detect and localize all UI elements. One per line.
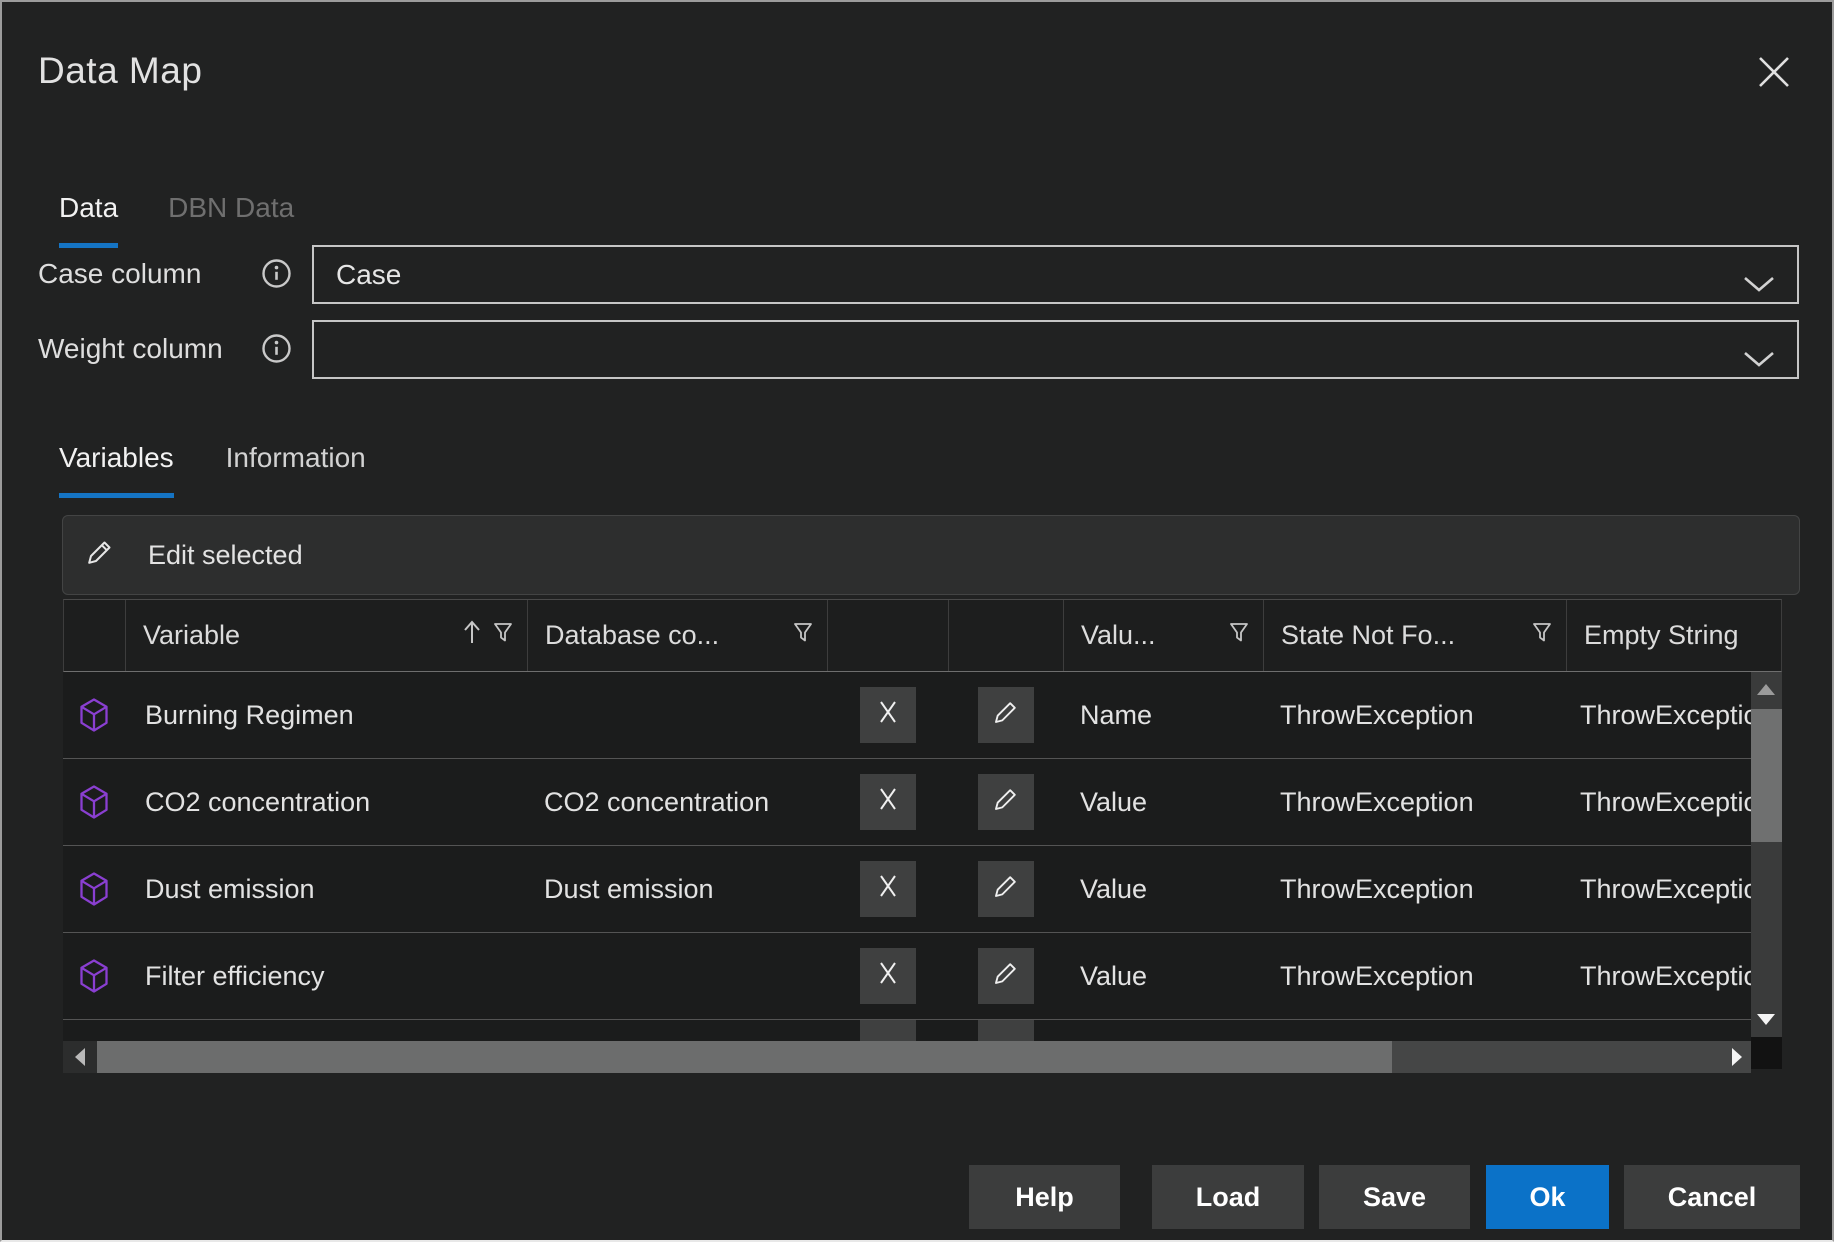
header-value[interactable]: Valu...	[1064, 600, 1264, 671]
vertical-scrollbar-thumb[interactable]	[1751, 709, 1782, 842]
cell-variable: Filter efficiency	[125, 933, 527, 1019]
variable-cube-icon	[63, 846, 125, 932]
tab-information[interactable]: Information	[226, 442, 366, 498]
page-title: Data Map	[38, 52, 202, 89]
save-button[interactable]: Save	[1319, 1165, 1470, 1229]
edit-pencil-icon	[993, 699, 1019, 732]
delete-icon	[876, 787, 900, 818]
table-row[interactable]: Filter efficiency Value ThrowException T…	[63, 933, 1782, 1020]
header-delete-column	[828, 600, 949, 671]
table-header-row: Variable Database co... Valu...	[63, 599, 1782, 672]
cell-variable: Burning Regimen	[125, 672, 527, 758]
delete-icon	[876, 700, 900, 731]
edit-row-button[interactable]	[978, 1020, 1034, 1041]
weight-column-info-icon[interactable]	[261, 333, 292, 369]
chevron-down-icon	[1743, 267, 1775, 299]
scroll-right-button[interactable]	[1732, 1048, 1742, 1066]
variable-cube-icon	[63, 933, 125, 1019]
variables-table: Variable Database co... Valu...	[63, 599, 1782, 1073]
delete-row-button[interactable]	[860, 1020, 916, 1041]
cell-state-not-found: ThrowException	[1263, 672, 1566, 758]
horizontal-scrollbar-thumb[interactable]	[97, 1041, 1392, 1073]
header-state-not-found[interactable]: State Not Fo...	[1264, 600, 1567, 671]
tab-data[interactable]: Data	[59, 192, 118, 248]
cell-empty-string: ThrowException	[1566, 846, 1782, 932]
load-button[interactable]: Load	[1152, 1165, 1304, 1229]
cell-database-column	[527, 933, 827, 1019]
cell-database-column: Dust emission	[527, 846, 827, 932]
tab-variables[interactable]: Variables	[59, 442, 174, 498]
cell-empty-string: ThrowException	[1566, 759, 1782, 845]
ok-button[interactable]: Ok	[1486, 1165, 1609, 1229]
edit-pencil-icon	[993, 873, 1019, 906]
case-column-label: Case column	[38, 258, 201, 290]
edit-row-button[interactable]	[978, 687, 1034, 743]
delete-icon	[876, 874, 900, 905]
main-tab-bar: Data DBN Data	[59, 192, 294, 248]
vertical-scrollbar[interactable]	[1751, 672, 1782, 1037]
case-column-dropdown[interactable]: Case	[312, 245, 1799, 304]
edit-selected-label: Edit selected	[148, 540, 303, 571]
table-row[interactable]: CO2 concentration CO2 concentration Valu…	[63, 759, 1782, 846]
horizontal-scrollbar[interactable]	[63, 1041, 1751, 1073]
delete-row-button[interactable]	[860, 774, 916, 830]
header-variable[interactable]: Variable	[126, 600, 528, 671]
table-row[interactable]: Burning Regimen Name ThrowException Thro…	[63, 672, 1782, 759]
cell-database-column	[527, 672, 827, 758]
case-column-info-icon[interactable]	[261, 258, 292, 294]
variable-cube-icon	[63, 672, 125, 758]
cell-empty-string: ThrowException	[1566, 933, 1782, 1019]
delete-row-button[interactable]	[860, 687, 916, 743]
filter-icon[interactable]	[1229, 620, 1249, 651]
data-map-dialog: Data Map Data DBN Data Case column Case …	[0, 0, 1834, 1242]
scrollbar-corner	[1751, 1037, 1782, 1069]
table-row-partial[interactable]	[63, 1020, 1782, 1041]
scroll-left-button[interactable]	[63, 1041, 97, 1073]
chevron-down-icon	[1743, 342, 1775, 374]
cell-state-not-found: ThrowException	[1263, 759, 1566, 845]
cell-value: Value	[1063, 933, 1263, 1019]
cell-value: Name	[1063, 672, 1263, 758]
header-empty-string[interactable]: Empty String	[1567, 600, 1781, 671]
close-icon	[1756, 54, 1792, 95]
case-column-value: Case	[336, 259, 401, 291]
edit-row-button[interactable]	[978, 774, 1034, 830]
cell-database-column: CO2 concentration	[527, 759, 827, 845]
edit-pencil-icon	[993, 786, 1019, 819]
cell-variable: CO2 concentration	[125, 759, 527, 845]
table-row[interactable]: Dust emission Dust emission Value ThrowE…	[63, 846, 1782, 933]
variable-cube-icon	[63, 759, 125, 845]
weight-column-label: Weight column	[38, 333, 223, 365]
scroll-down-button[interactable]	[1757, 1014, 1775, 1025]
triangle-left-icon	[75, 1048, 85, 1066]
delete-row-button[interactable]	[860, 948, 916, 1004]
delete-icon	[876, 961, 900, 992]
cell-variable: Dust emission	[125, 846, 527, 932]
cancel-button[interactable]: Cancel	[1624, 1165, 1800, 1229]
edit-row-button[interactable]	[978, 948, 1034, 1004]
close-button[interactable]	[1752, 52, 1796, 96]
delete-row-button[interactable]	[860, 861, 916, 917]
filter-icon[interactable]	[793, 620, 813, 651]
tab-dbn-data[interactable]: DBN Data	[168, 192, 294, 248]
section-tab-bar: Variables Information	[59, 442, 366, 498]
sort-ascending-icon[interactable]	[463, 619, 481, 652]
cell-value: Value	[1063, 846, 1263, 932]
cell-value: Value	[1063, 759, 1263, 845]
help-button[interactable]: Help	[969, 1165, 1120, 1229]
filter-icon[interactable]	[493, 620, 513, 651]
edit-selected-button[interactable]: Edit selected	[62, 515, 1800, 595]
filter-icon[interactable]	[1532, 620, 1552, 651]
edit-pencil-icon	[993, 960, 1019, 993]
cell-state-not-found: ThrowException	[1263, 846, 1566, 932]
edit-pencil-icon	[86, 538, 114, 573]
edit-row-button[interactable]	[978, 861, 1034, 917]
header-database-column[interactable]: Database co...	[528, 600, 828, 671]
header-selector-column	[64, 600, 126, 671]
scroll-up-button[interactable]	[1757, 684, 1775, 695]
cell-empty-string: ThrowException	[1566, 672, 1782, 758]
weight-column-dropdown[interactable]	[312, 320, 1799, 379]
header-edit-column	[949, 600, 1064, 671]
cell-state-not-found: ThrowException	[1263, 933, 1566, 1019]
